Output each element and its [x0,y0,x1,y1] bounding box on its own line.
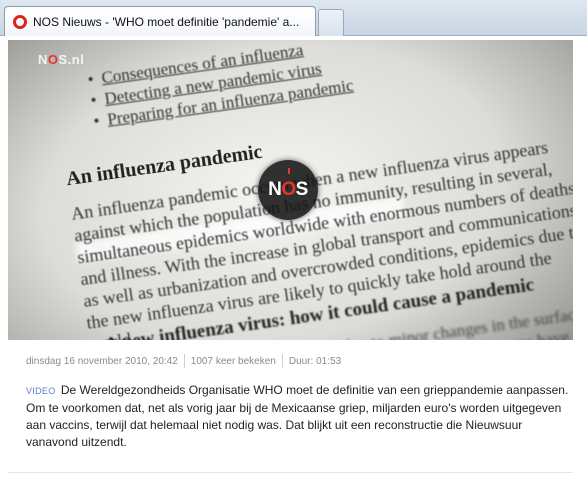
video-player[interactable]: Consequences of an influenza Detecting a… [8,40,573,340]
video-tag: VIDEO [26,386,56,396]
meta-divider [183,354,185,368]
video-duration: Duur: 01:53 [288,355,342,367]
description-text: De Wereldgezondheids Organisatie WHO moe… [26,383,569,449]
meta-divider [281,354,283,368]
play-button[interactable]: NOS [258,160,318,220]
nos-watermark-logo: NOS.nl [38,52,85,67]
divider [8,472,573,473]
frame-bullet-list: Consequences of an influenza Detecting a… [86,40,354,132]
page-content: Consequences of an influenza Detecting a… [0,36,587,477]
view-count: 1007 keer bekeken [190,355,276,367]
new-tab-button[interactable] [318,9,344,36]
video-meta: dinsdag 16 november 2010, 20:42 1007 kee… [26,354,341,368]
publish-date: dinsdag 16 november 2010, 20:42 [26,355,178,367]
video-description: VIDEO De Wereldgezondheids Organisatie W… [26,382,571,451]
browser-tab-strip: NOS Nieuws - 'WHO moet definitie 'pandem… [0,0,587,37]
play-badge-accent [288,168,290,174]
nos-play-logo: NOS [268,179,308,200]
tab-title: NOS Nieuws - 'WHO moet definitie 'pandem… [33,15,300,29]
browser-tab-nos-nieuws[interactable]: NOS Nieuws - 'WHO moet definitie 'pandem… [4,6,316,37]
opera-icon [13,15,27,29]
